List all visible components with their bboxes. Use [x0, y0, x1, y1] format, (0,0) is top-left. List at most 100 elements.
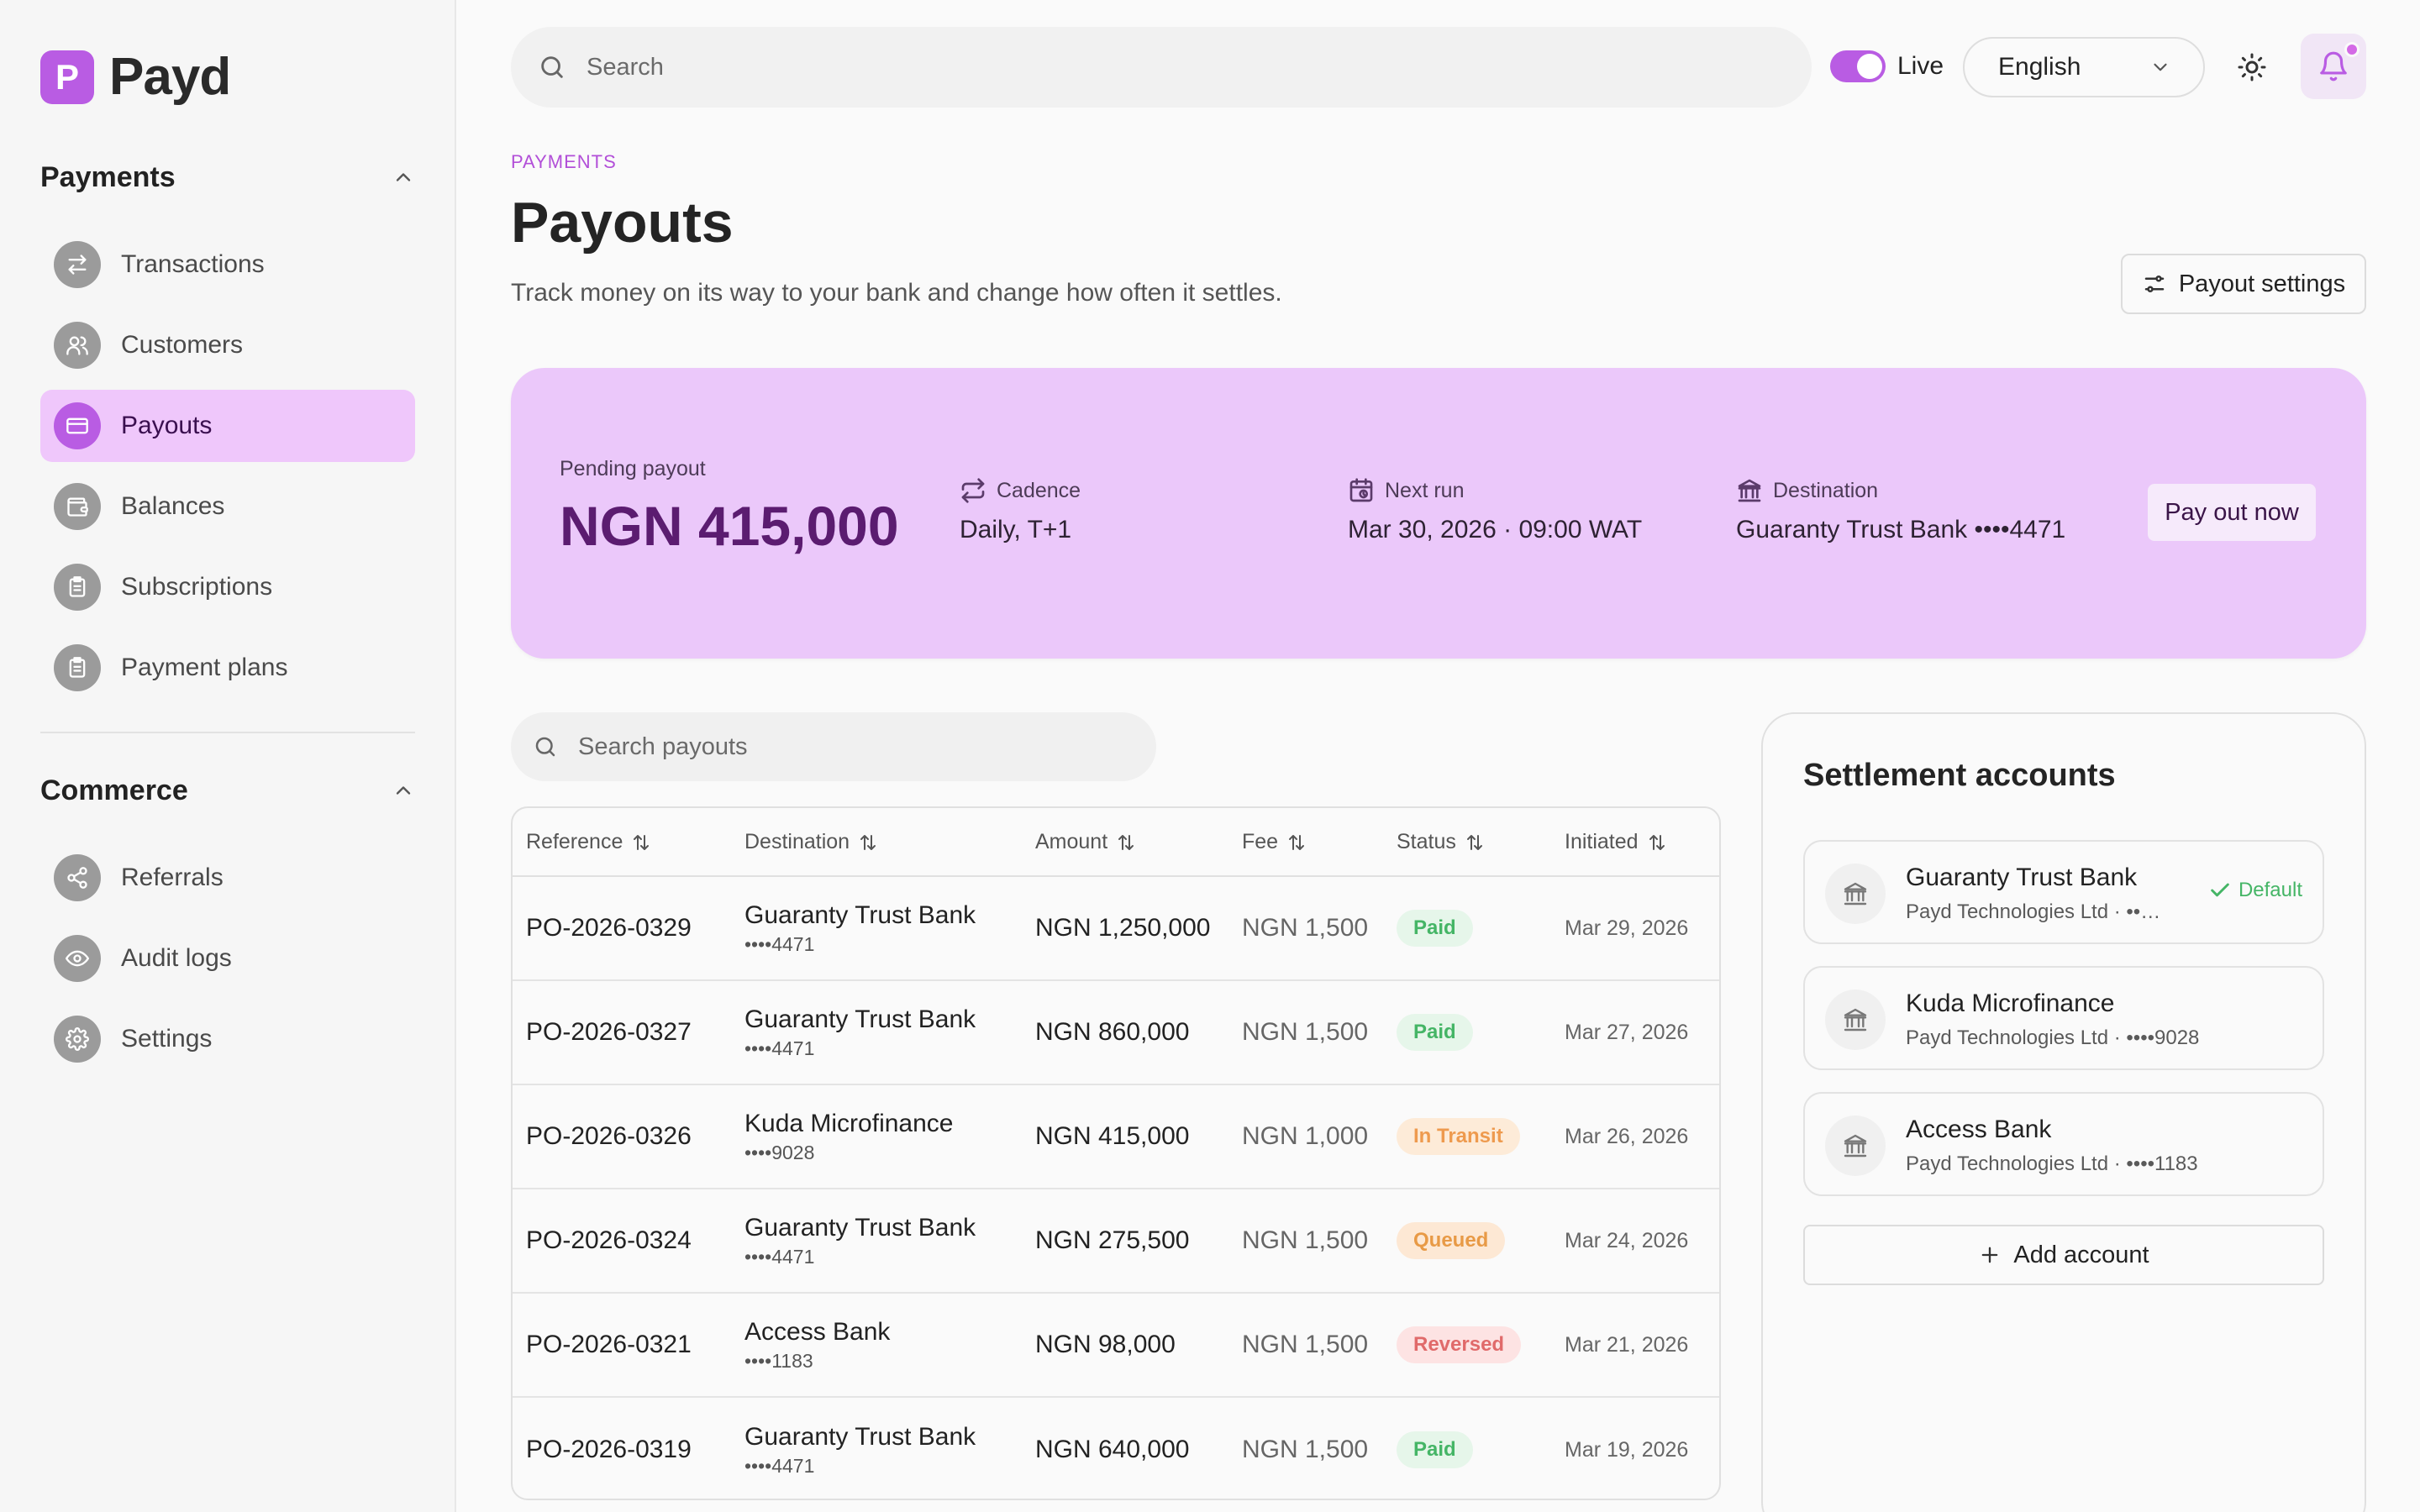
- row-account: ••••9028: [744, 1141, 815, 1163]
- table-row[interactable]: PO-2026-0319 Guaranty Trust Bank ••••4471…: [513, 1398, 1719, 1499]
- sidebar-item-transactions[interactable]: Transactions: [40, 228, 415, 301]
- sidebar-item-referrals[interactable]: Referrals: [40, 842, 415, 914]
- settlement-account-card[interactable]: Access Bank Payd Technologies Ltd · ••••…: [1803, 1092, 2324, 1196]
- card-icon: [54, 402, 101, 449]
- row-account: ••••4471: [744, 1454, 815, 1477]
- row-initiated: Mar 26, 2026: [1565, 1124, 1689, 1148]
- column-header-reference[interactable]: Reference: [526, 830, 651, 854]
- sidebar-item-audit-logs[interactable]: Audit logs: [40, 922, 415, 995]
- search-icon: [541, 56, 563, 78]
- sidebar: P Payd Payments Transactions Customers P…: [0, 0, 456, 1512]
- row-status: Paid: [1397, 981, 1473, 1084]
- sidebar-item-label: Payment plans: [121, 654, 288, 681]
- sidebar-item-customers[interactable]: Customers: [40, 309, 415, 381]
- row-reference: PO-2026-0329: [526, 914, 692, 942]
- bank-icon: [1738, 479, 1761, 502]
- destination-value: Guaranty Trust Bank ••••4471: [1736, 516, 2066, 543]
- account-detail: Payd Technologies Ltd · ••…: [1906, 900, 2161, 923]
- row-status: Queued: [1397, 1189, 1506, 1292]
- payouts-search-input[interactable]: [578, 732, 1133, 761]
- sidebar-item-payouts[interactable]: Payouts: [40, 390, 415, 462]
- table-row[interactable]: PO-2026-0321 Access Bank ••••1183 NGN 98,…: [513, 1294, 1719, 1398]
- row-bank: Guaranty Trust Bank: [744, 1213, 976, 1242]
- row-destination: Guaranty Trust Bank ••••4471: [744, 1189, 976, 1292]
- cadence-value: Daily, T+1: [960, 516, 1072, 543]
- clipboard-icon: [54, 564, 101, 611]
- sort-icon: [1118, 834, 1134, 850]
- table-row[interactable]: PO-2026-0324 Guaranty Trust Bank ••••4471…: [513, 1189, 1719, 1294]
- brand-logo[interactable]: P Payd: [40, 47, 231, 107]
- users-icon: [54, 322, 101, 369]
- sidebar-item-subscriptions[interactable]: Subscriptions: [40, 551, 415, 623]
- table-row[interactable]: PO-2026-0326 Kuda Microfinance ••••9028 N…: [513, 1085, 1719, 1189]
- status-badge: Paid: [1397, 1431, 1473, 1468]
- pay-out-now-button[interactable]: Pay out now: [2148, 484, 2316, 541]
- destination-label: Destination: [1773, 478, 1879, 502]
- row-fee: NGN 1,500: [1242, 914, 1369, 942]
- column-header-fee[interactable]: Fee: [1242, 830, 1307, 854]
- column-header-amount[interactable]: Amount: [1035, 830, 1136, 854]
- repeat-icon: [961, 478, 985, 503]
- cadence-heading: Cadence: [960, 477, 1081, 504]
- brand-name: Payd: [109, 48, 231, 106]
- sidebar-item-payment-plans[interactable]: Payment plans: [40, 632, 415, 704]
- column-header-initiated[interactable]: Initiated: [1565, 830, 1667, 854]
- add-account-button[interactable]: Add account: [1803, 1225, 2324, 1285]
- search-input[interactable]: [587, 53, 1763, 81]
- sidebar-item-label: Subscriptions: [121, 573, 273, 601]
- bank-icon: [1825, 1116, 1886, 1176]
- plus-icon: [1982, 1247, 1998, 1263]
- row-amount: NGN 415,000: [1035, 1122, 1190, 1150]
- row-fee: NGN 1,500: [1242, 1018, 1369, 1046]
- cadence-label: Cadence: [997, 478, 1081, 502]
- row-reference: PO-2026-0321: [526, 1331, 692, 1358]
- chevron-up-icon: [396, 173, 411, 181]
- row-amount: NGN 860,000: [1035, 1018, 1190, 1046]
- status-badge: Paid: [1397, 910, 1473, 947]
- toggle-knob: [1857, 54, 1882, 79]
- row-initiated: Mar 19, 2026: [1565, 1437, 1689, 1462]
- settlement-account-card[interactable]: Kuda Microfinance Payd Technologies Ltd …: [1803, 966, 2324, 1070]
- row-fee: NGN 1,500: [1242, 1331, 1369, 1358]
- live-mode-toggle[interactable]: [1830, 50, 1886, 82]
- row-destination: Guaranty Trust Bank ••••4471: [744, 877, 976, 979]
- sort-icon: [860, 834, 876, 850]
- column-header-destination[interactable]: Destination: [744, 830, 878, 854]
- table-row[interactable]: PO-2026-0327 Guaranty Trust Bank ••••4471…: [513, 981, 1719, 1085]
- payouts-search[interactable]: [511, 712, 1156, 781]
- sidebar-item-settings[interactable]: Settings: [40, 1003, 415, 1075]
- table-row[interactable]: PO-2026-0329 Guaranty Trust Bank ••••4471…: [513, 877, 1719, 981]
- sort-icon: [634, 834, 650, 850]
- page-subtitle: Track money on its way to your bank and …: [511, 279, 1282, 307]
- breadcrumb[interactable]: PAYMENTS: [511, 151, 617, 173]
- account-detail: Payd Technologies Ltd · ••••1183: [1906, 1152, 2198, 1175]
- column-header-status[interactable]: Status: [1397, 830, 1485, 854]
- row-initiated: Mar 29, 2026: [1565, 916, 1689, 940]
- row-amount: NGN 640,000: [1035, 1436, 1190, 1463]
- sun-icon[interactable]: [2237, 52, 2267, 82]
- chevron-down-icon: [2154, 63, 2167, 71]
- next-run-label: Next run: [1385, 478, 1465, 502]
- arrows-swap-icon: [54, 241, 101, 288]
- payout-settings-button[interactable]: Payout settings: [2121, 254, 2366, 314]
- pending-payout-label: Pending payout: [560, 457, 706, 480]
- row-amount: NGN 275,500: [1035, 1226, 1190, 1254]
- default-label: Default: [2238, 879, 2302, 901]
- settlement-account-card[interactable]: Guaranty Trust Bank Payd Technologies Lt…: [1803, 840, 2324, 944]
- column-label: Status: [1397, 830, 1456, 853]
- column-label: Destination: [744, 830, 850, 853]
- language-select[interactable]: English: [1963, 37, 2205, 97]
- global-search[interactable]: [511, 27, 1812, 108]
- section-toggle-commerce[interactable]: Commerce: [40, 770, 415, 811]
- column-label: Reference: [526, 830, 623, 853]
- section-toggle-payments[interactable]: Payments: [40, 157, 415, 197]
- sort-icon: [1289, 834, 1305, 850]
- eye-icon: [54, 935, 101, 982]
- row-reference: PO-2026-0324: [526, 1226, 692, 1254]
- sidebar-item-balances[interactable]: Balances: [40, 470, 415, 543]
- account-name: Kuda Microfinance: [1906, 990, 2115, 1017]
- settlement-title: Settlement accounts: [1803, 758, 2116, 793]
- notifications-button[interactable]: [2301, 34, 2366, 99]
- clipboard-icon: [54, 644, 101, 691]
- brand-mark-icon: P: [40, 50, 94, 104]
